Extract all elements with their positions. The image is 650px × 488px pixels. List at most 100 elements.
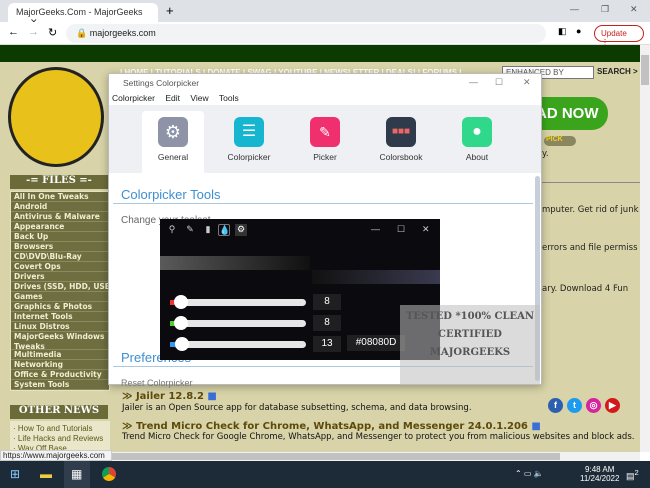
file-explorer-icon[interactable]: ▬ bbox=[40, 467, 52, 481]
files-item[interactable]: Networking bbox=[11, 360, 109, 370]
snippet: mputer. Get rid of junk bbox=[542, 205, 639, 215]
files-item[interactable]: Office & Productivity bbox=[11, 370, 109, 380]
chrome-icon[interactable] bbox=[102, 467, 116, 481]
minimize-icon[interactable]: — bbox=[570, 4, 579, 14]
tab-picker[interactable]: ✎ Picker bbox=[294, 111, 356, 173]
files-item[interactable]: Graphics & Photos bbox=[11, 302, 109, 312]
facebook-icon[interactable]: f bbox=[548, 398, 563, 413]
majorgeeks-logo[interactable] bbox=[8, 67, 104, 167]
green-value[interactable]: 8 bbox=[313, 315, 341, 331]
files-item[interactable]: Drivers bbox=[11, 272, 109, 282]
snippet: y. bbox=[542, 149, 549, 159]
news-item[interactable]: · Life Hacks and Reviews bbox=[13, 434, 107, 444]
menu-colorpicker[interactable]: Colorpicker bbox=[112, 93, 155, 103]
profile-icon[interactable]: ● bbox=[576, 26, 581, 36]
new-tab-icon[interactable]: + bbox=[166, 3, 174, 18]
files-item[interactable]: System Tools bbox=[11, 380, 109, 390]
browser-tab[interactable]: MajorGeeks.Com - MajorGeeks ✕ bbox=[8, 3, 158, 27]
article-title[interactable]: ≫ Jailer 12.8.2 ■ bbox=[122, 391, 217, 402]
menu-bar: Colorpicker Edit View Tools bbox=[109, 93, 541, 105]
page-scrollbar[interactable] bbox=[640, 45, 650, 452]
files-item[interactable]: Internet Tools bbox=[11, 312, 109, 322]
maximize-icon[interactable]: ☐ bbox=[397, 224, 405, 235]
files-item[interactable]: CD\DVD\Blu-Ray bbox=[11, 252, 109, 262]
shade-strip[interactable] bbox=[160, 256, 310, 270]
files-item[interactable]: Games bbox=[11, 292, 109, 302]
tint-strip[interactable] bbox=[312, 270, 440, 284]
close-icon[interactable]: ✕ bbox=[630, 4, 638, 15]
blue-value[interactable]: 13 bbox=[313, 336, 341, 352]
news-item[interactable]: · How To and Tutorials bbox=[13, 424, 107, 434]
slider-handle bbox=[174, 295, 188, 309]
search-button[interactable]: SEARCH > bbox=[597, 67, 638, 76]
tab-general[interactable]: ⚙ General bbox=[142, 111, 204, 173]
files-item[interactable]: Android bbox=[11, 202, 109, 212]
back-icon[interactable]: ← bbox=[8, 26, 19, 38]
menu-view[interactable]: View bbox=[190, 93, 208, 103]
files-item[interactable]: Drives (SSD, HDD, USB) bbox=[11, 282, 114, 292]
menu-tools[interactable]: Tools bbox=[219, 93, 239, 103]
news-header: OTHER NEWS bbox=[10, 405, 108, 419]
settings-toolbar: ⚙ General ☰ Colorpicker ✎ Picker ■■■ Colorsb… bbox=[109, 105, 541, 173]
tab-colorpicker[interactable]: ☰ Colorpicker bbox=[218, 111, 280, 173]
minimize-icon[interactable]: — bbox=[371, 224, 380, 234]
gear-icon: ⚙ bbox=[158, 117, 188, 147]
menu-edit[interactable]: Edit bbox=[165, 93, 180, 103]
address-bar[interactable]: 🔒 majorgeeks.com bbox=[66, 24, 546, 43]
files-item[interactable]: Antivirus & Malware bbox=[11, 212, 109, 222]
tab-strip: MajorGeeks.Com - MajorGeeks ✕ + — ❐ ✕ bbox=[0, 0, 650, 27]
forward-icon[interactable]: → bbox=[28, 26, 39, 38]
close-icon[interactable]: ✕ bbox=[523, 77, 531, 88]
chat-bubble-icon: ● bbox=[462, 117, 492, 147]
red-value[interactable]: 8 bbox=[313, 294, 341, 310]
instagram-icon[interactable]: ◎ bbox=[586, 398, 601, 413]
header-band bbox=[0, 45, 640, 62]
article-title[interactable]: ≫ Trend Micro Check for Chrome, WhatsApp… bbox=[122, 421, 541, 432]
notifications-icon[interactable]: ▤2 bbox=[626, 468, 639, 482]
tray-icons[interactable]: ⌃ ▭ 🔈 bbox=[515, 469, 544, 478]
youtube-icon[interactable]: ▶ bbox=[605, 398, 620, 413]
hex-value[interactable]: #08080D bbox=[347, 335, 405, 351]
blue-slider[interactable] bbox=[170, 337, 306, 351]
windows-start-icon[interactable]: ⊞ bbox=[10, 467, 20, 481]
reload-icon[interactable]: ↻ bbox=[48, 26, 57, 39]
task-view-icon[interactable]: ▦ bbox=[64, 461, 90, 488]
clock[interactable]: 9:48 AM 11/24/2022 bbox=[580, 465, 619, 483]
reset-link[interactable]: Reset Colorpicker bbox=[121, 378, 193, 388]
article-desc: Jailer is an Open Source app for databas… bbox=[122, 403, 472, 413]
green-slider[interactable] bbox=[170, 316, 306, 330]
minimize-icon[interactable]: — bbox=[469, 77, 478, 87]
taskbar: ⊞ ▬ ▦ ⌃ ▭ 🔈 9:48 AM 11/24/2022 ▤2 bbox=[0, 461, 650, 488]
tab-about[interactable]: ● About bbox=[446, 111, 508, 173]
restore-icon[interactable]: ❐ bbox=[601, 4, 609, 15]
files-item[interactable]: Multimedia bbox=[11, 350, 109, 360]
gear-icon[interactable]: ⚙ bbox=[235, 224, 247, 236]
snippet: ary. Download 4 Fun bbox=[542, 284, 629, 294]
files-item[interactable]: Back Up bbox=[11, 232, 109, 242]
files-item[interactable]: Appearance bbox=[11, 222, 109, 232]
files-item[interactable]: All In One Tweaks bbox=[11, 192, 109, 202]
tab-title: MajorGeeks.Com - MajorGeeks bbox=[16, 7, 143, 17]
sidepanel-icon[interactable]: ◧ bbox=[558, 26, 567, 37]
files-item[interactable]: Browsers bbox=[11, 242, 109, 252]
files-list: All In One Tweaks Android Antivirus & Ma… bbox=[10, 191, 114, 391]
red-slider[interactable] bbox=[170, 295, 306, 309]
eyedropper-icon[interactable]: ✎ bbox=[184, 224, 196, 236]
files-item[interactable]: Linux Distros bbox=[11, 322, 109, 332]
files-item[interactable]: Covert Ops bbox=[11, 262, 109, 272]
maximize-icon[interactable]: ☐ bbox=[495, 77, 503, 88]
tab-colorsbook[interactable]: ■■■ Colorsbook bbox=[370, 111, 432, 173]
browser-toolbar: ← → ↻ 🔒 majorgeeks.com ◧ ● Update ⋮ bbox=[0, 22, 650, 47]
slider-handle bbox=[175, 337, 189, 351]
bookmark-icon[interactable]: ▮ bbox=[202, 224, 214, 236]
palette-icon: ■■■ bbox=[386, 117, 416, 147]
pin-icon[interactable]: ⚲ bbox=[166, 224, 178, 236]
close-icon[interactable]: ✕ bbox=[422, 224, 430, 235]
drop-icon[interactable]: 💧 bbox=[218, 224, 230, 236]
news-list: · How To and Tutorials · Life Hacks and … bbox=[10, 421, 110, 452]
eyedropper-icon: ✎ bbox=[310, 117, 340, 147]
update-button[interactable]: Update ⋮ bbox=[594, 25, 644, 47]
files-item[interactable]: MajorGeeks Windows Tweaks bbox=[11, 332, 109, 351]
twitter-icon[interactable]: t bbox=[567, 398, 582, 413]
sliders-icon: ☰ bbox=[234, 117, 264, 147]
